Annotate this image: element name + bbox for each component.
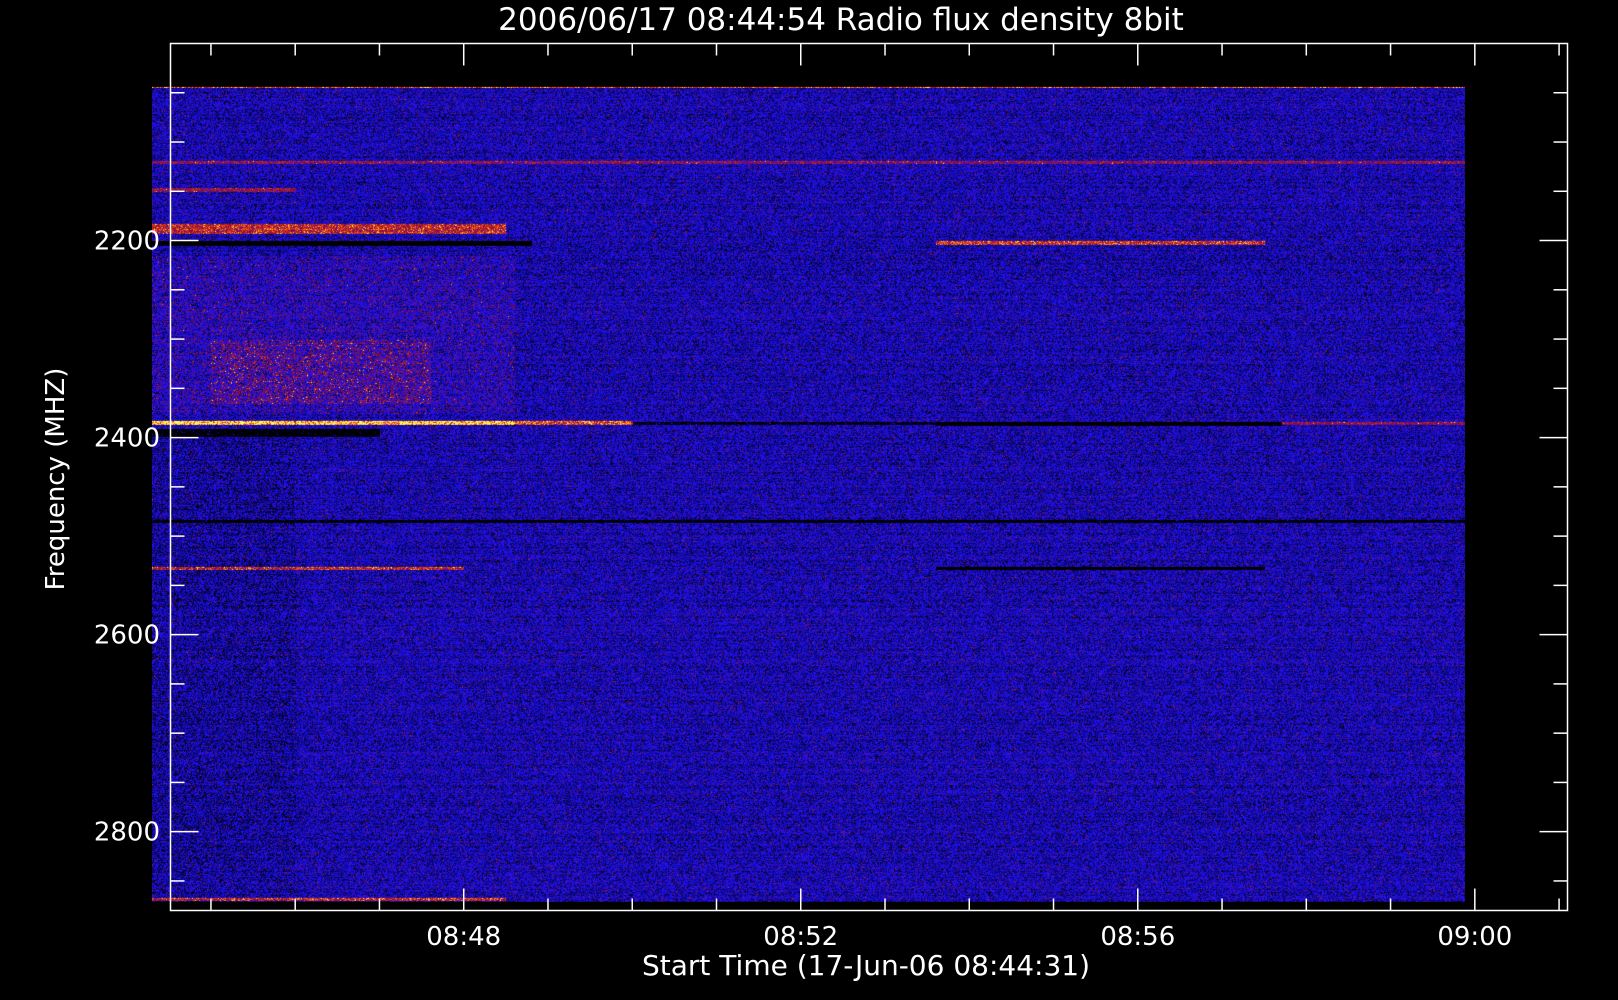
y-axis-label: Frequency (MHZ) <box>41 368 71 591</box>
x-tick-label: 08:56 <box>1100 922 1175 952</box>
spectrogram-chart: 2006/06/17 08:44:54 Radio flux density 8… <box>0 0 1618 1000</box>
x-tick-label: 08:52 <box>763 922 838 952</box>
flux-heatmap <box>151 86 1465 902</box>
y-tick-label: 2200 <box>94 227 160 257</box>
x-tick-label: 09:00 <box>1437 922 1512 952</box>
x-axis-label: Start Time (17-Jun-06 08:44:31) <box>642 949 1090 982</box>
y-tick-label: 2600 <box>94 621 160 651</box>
y-tick-label: 2800 <box>94 818 160 848</box>
x-tick-label: 08:48 <box>426 922 501 952</box>
y-tick-label: 2400 <box>94 424 160 454</box>
chart-title: 2006/06/17 08:44:54 Radio flux density 8… <box>498 2 1184 38</box>
